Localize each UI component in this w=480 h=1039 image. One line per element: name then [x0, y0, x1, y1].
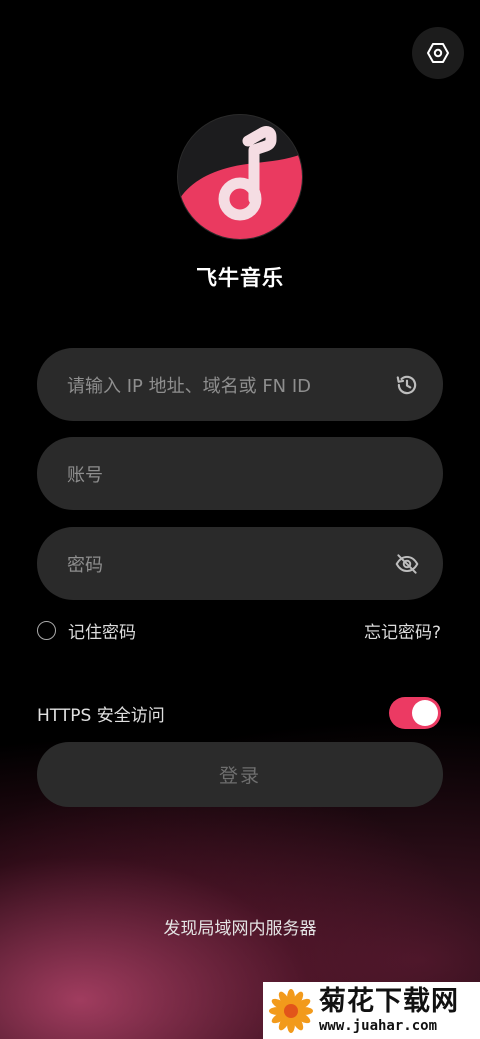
discover-lan-servers-link[interactable]: 发现局域网内服务器 [0, 914, 480, 939]
password-placeholder: 密码 [67, 554, 103, 576]
https-label: HTTPS 安全访问 [37, 705, 165, 726]
remember-password-label: 记住密码 [68, 622, 136, 643]
remember-row: 记住密码 忘记密码? [37, 617, 441, 643]
settings-button[interactable] [412, 27, 464, 79]
watermark-title: 菊花下载网 [319, 985, 459, 1017]
https-row: HTTPS 安全访问 [37, 697, 441, 729]
account-input[interactable]: 账号 [37, 437, 443, 510]
toggle-password-visibility-button[interactable] [393, 550, 421, 578]
password-input[interactable]: 密码 [37, 527, 443, 600]
server-address-input[interactable]: 请输入 IP 地址、域名或 FN ID [37, 348, 443, 421]
settings-hexagon-icon [427, 43, 449, 63]
remember-password-checkbox[interactable]: 记住密码 [37, 618, 136, 643]
watermark-url: www.juahar.com [319, 1017, 438, 1034]
remember-password-radio[interactable] [37, 620, 56, 640]
login-button[interactable]: 登录 [37, 742, 443, 807]
music-note-logo-icon [177, 114, 303, 240]
https-toggle[interactable] [389, 697, 441, 729]
account-placeholder: 账号 [67, 464, 103, 486]
server-address-placeholder: 请输入 IP 地址、域名或 FN ID [67, 375, 312, 397]
toggle-knob [412, 700, 438, 726]
chrysanthemum-logo-icon [269, 988, 313, 1033]
history-icon [396, 375, 417, 394]
watermark: 菊花下载网 www.juahar.com [263, 982, 480, 1039]
app-name: 飞牛音乐 [196, 266, 284, 290]
eye-off-icon [395, 553, 419, 574]
history-button[interactable] [393, 371, 421, 399]
forgot-password-link[interactable]: 忘记密码? [364, 618, 441, 643]
